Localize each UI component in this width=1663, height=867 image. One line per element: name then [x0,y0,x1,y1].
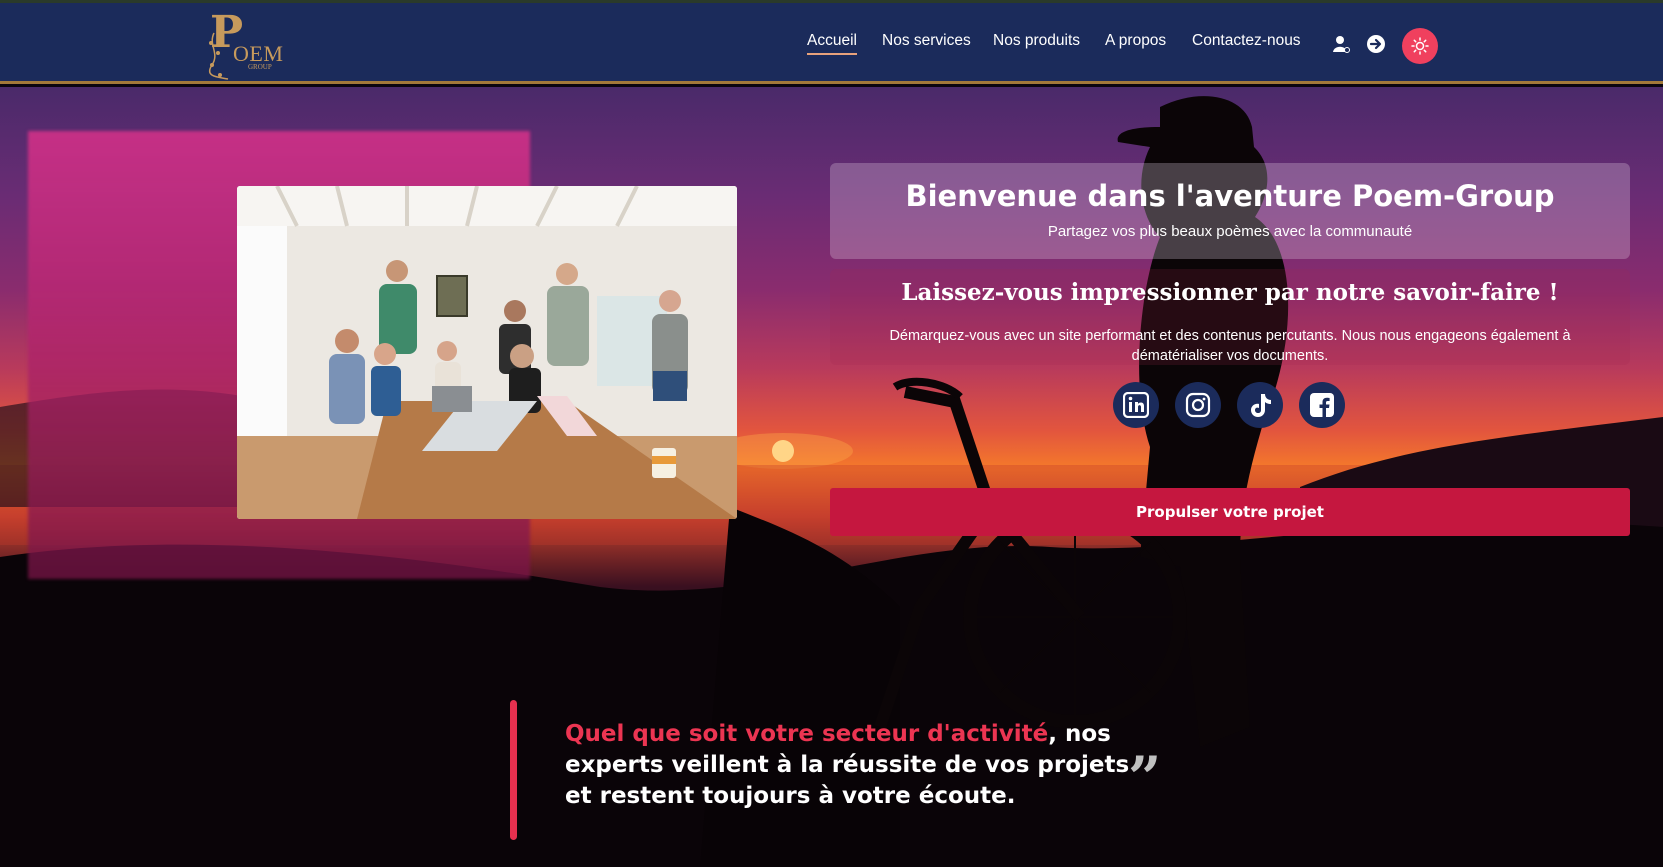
info-title: Laissez-vous impressionner par notre sav… [901,279,1559,306]
propulser-projet-button[interactable]: Propulser votre projet [830,488,1630,536]
logo-subtext: GROUP [248,63,272,71]
nav-accueil[interactable]: Accueil [807,32,857,55]
facebook-icon[interactable] [1299,382,1345,428]
info-card: Laissez-vous impressionner par notre sav… [830,269,1630,365]
tiktok-icon[interactable] [1237,382,1283,428]
user-icon[interactable] [1331,34,1351,54]
closing-quote-icon: ” [1128,744,1162,812]
team-meeting-photo [237,186,737,519]
welcome-title: Bienvenue dans l'aventure Poem-Group [905,179,1555,213]
poem-group-logo[interactable]: P OEM GROUP [206,7,283,80]
info-text: Démarquez-vous avec un site performant e… [889,328,1571,364]
nav-produits[interactable]: Nos produits [993,32,1080,50]
theme-toggle-button[interactable] [1402,28,1438,64]
login-icon[interactable] [1366,34,1386,54]
instagram-icon[interactable] [1175,382,1221,428]
nav-a-propos[interactable]: A propos [1105,32,1166,50]
quote-text: Quel que soit votre secteur d'activité, … [565,719,1140,812]
quote-highlight: Quel que soit votre secteur d'activité [565,721,1049,747]
nav-contact[interactable]: Contactez-nous [1192,32,1301,50]
quote-accent-bar [510,700,517,840]
navbar: P OEM GROUP Accueil Nos services Nos pro… [0,3,1663,84]
welcome-card: Bienvenue dans l'aventure Poem-Group Par… [830,163,1630,259]
sun-icon [1411,37,1429,55]
nav-services[interactable]: Nos services [882,32,971,50]
linkedin-icon[interactable] [1113,382,1159,428]
hero-section: Bienvenue dans l'aventure Poem-Group Par… [0,87,1663,867]
welcome-subtitle: Partagez vos plus beaux poèmes avec la c… [1047,223,1413,240]
